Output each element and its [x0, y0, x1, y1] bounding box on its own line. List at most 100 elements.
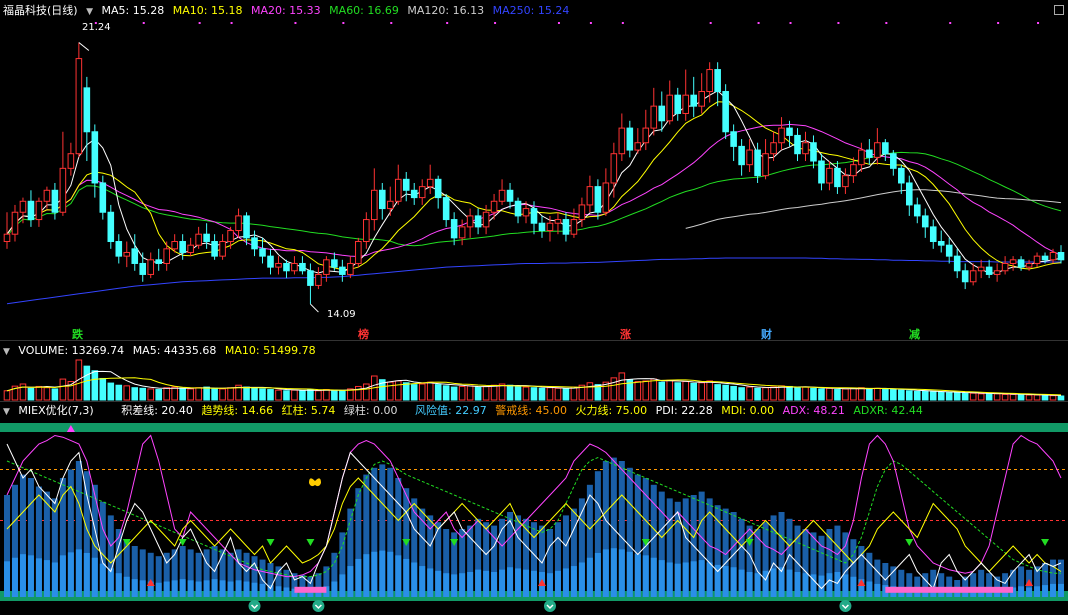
candle-body: [674, 94, 682, 114]
risk-bar-inner: [283, 587, 290, 597]
volume-bar: [762, 387, 769, 401]
candle-body: [562, 219, 570, 235]
candle-body: [594, 186, 602, 213]
main-header: 福晶科技(日线) ▼ MA5: 15.28 MA10: 15.18 MA20: …: [0, 3, 1068, 18]
volume-bar: [19, 383, 27, 401]
risk-bar-inner: [491, 572, 498, 597]
candle-body: [746, 149, 753, 166]
settings-square-icon[interactable]: [1054, 5, 1064, 15]
risk-bar-inner: [83, 552, 90, 597]
risk-bar-inner: [786, 569, 793, 597]
volume-bar: [722, 384, 729, 401]
candle-body: [762, 153, 769, 177]
candle-body: [634, 142, 642, 151]
volume-bar: [1057, 395, 1065, 401]
risk-bar-inner: [235, 580, 242, 597]
risk-bar-inner: [531, 570, 537, 597]
volume-bar: [426, 381, 434, 401]
price-chart[interactable]: [0, 18, 1068, 343]
volume-chart[interactable]: [0, 359, 1068, 401]
volume-bar: [810, 387, 817, 401]
risk-bar-inner: [1026, 587, 1033, 597]
jingjie-label: 警戒线: 45.00: [495, 404, 567, 417]
candle-body: [993, 270, 1001, 275]
signal-dot: [198, 22, 201, 24]
candle-body: [682, 94, 690, 114]
candle-body: [570, 219, 578, 235]
risk-bar-inner: [251, 582, 258, 597]
volume-bar: [882, 388, 889, 401]
volume-bar: [546, 387, 554, 401]
volume-bar: [969, 392, 977, 401]
candle-body: [722, 91, 729, 133]
volume-bar: [682, 381, 690, 401]
ma250-line: [6, 257, 1061, 305]
volume-bar: [307, 389, 314, 401]
pink-band: [294, 586, 327, 593]
signal-dot: [757, 22, 760, 24]
risk-bar-inner: [546, 573, 553, 597]
candle-body: [898, 167, 905, 184]
signal-dot: [294, 22, 297, 24]
volume-bar: [746, 386, 753, 401]
signal-dot: [230, 22, 233, 24]
candle-body: [323, 259, 330, 275]
volume-bar: [562, 388, 570, 401]
candle-body: [219, 241, 226, 257]
risk-bar-inner: [91, 557, 98, 597]
indicator-collapse-icon[interactable]: ▼: [3, 407, 10, 417]
risk-bar-inner: [107, 568, 114, 597]
volume-bar: [586, 382, 594, 401]
candle-body: [714, 69, 721, 93]
volume-bar: [402, 382, 410, 401]
volume-bar: [1017, 393, 1025, 401]
candle-body: [442, 197, 450, 221]
risk-bar-inner: [355, 558, 362, 597]
volume-bar: [953, 392, 961, 401]
signal-dot: [885, 22, 888, 24]
volume-bar: [834, 389, 841, 401]
candle-body: [969, 270, 977, 283]
volume-bar: [51, 388, 59, 401]
risk-bar-inner: [387, 551, 394, 597]
collapse-icon[interactable]: ▼: [86, 7, 93, 17]
risk-bar-inner: [395, 555, 402, 597]
risk-bar-inner: [419, 566, 426, 597]
volume-collapse-icon[interactable]: ▼: [3, 347, 10, 357]
volume-bar: [1033, 394, 1041, 401]
risk-bar-inner: [459, 573, 466, 597]
high-pointer: [78, 42, 90, 51]
candle-body: [299, 262, 306, 272]
risk-bar-inner: [842, 574, 849, 597]
candle-body: [706, 69, 713, 93]
risk-bar-inner: [179, 579, 186, 597]
pink-band: [885, 586, 1014, 593]
candle-body: [977, 266, 985, 272]
risk-bar-inner: [371, 551, 378, 597]
risk-bar-inner: [347, 566, 354, 597]
indicator-chart[interactable]: [0, 419, 1068, 615]
ma20-label: MA20: 15.33: [250, 4, 321, 17]
signal-dot: [342, 22, 345, 24]
volume-value: VOLUME: 13269.74: [18, 344, 125, 357]
volume-bar: [538, 387, 546, 401]
ma120-line: [685, 189, 1062, 229]
risk-bar-inner: [27, 555, 34, 597]
signal-dot: [446, 22, 449, 24]
volume-bar: [339, 390, 346, 401]
ma5-label: MA5: 15.28: [101, 4, 165, 17]
volume-bar: [610, 377, 618, 401]
risk-bar-inner: [475, 569, 482, 597]
candle-body: [3, 233, 11, 243]
chevron-circle-icon: [248, 600, 261, 612]
volume-bar: [658, 381, 666, 401]
volume-bar: [666, 379, 674, 401]
volume-bar: [283, 390, 290, 401]
risk-bar-inner: [11, 557, 18, 597]
risk-bar-inner: [515, 568, 522, 597]
volume-bar: [139, 387, 147, 401]
ma120-label: MA120: 16.13: [407, 4, 485, 17]
volume-bar: [386, 381, 394, 401]
candle-body: [259, 248, 266, 257]
risk-bar-inner: [75, 549, 82, 597]
